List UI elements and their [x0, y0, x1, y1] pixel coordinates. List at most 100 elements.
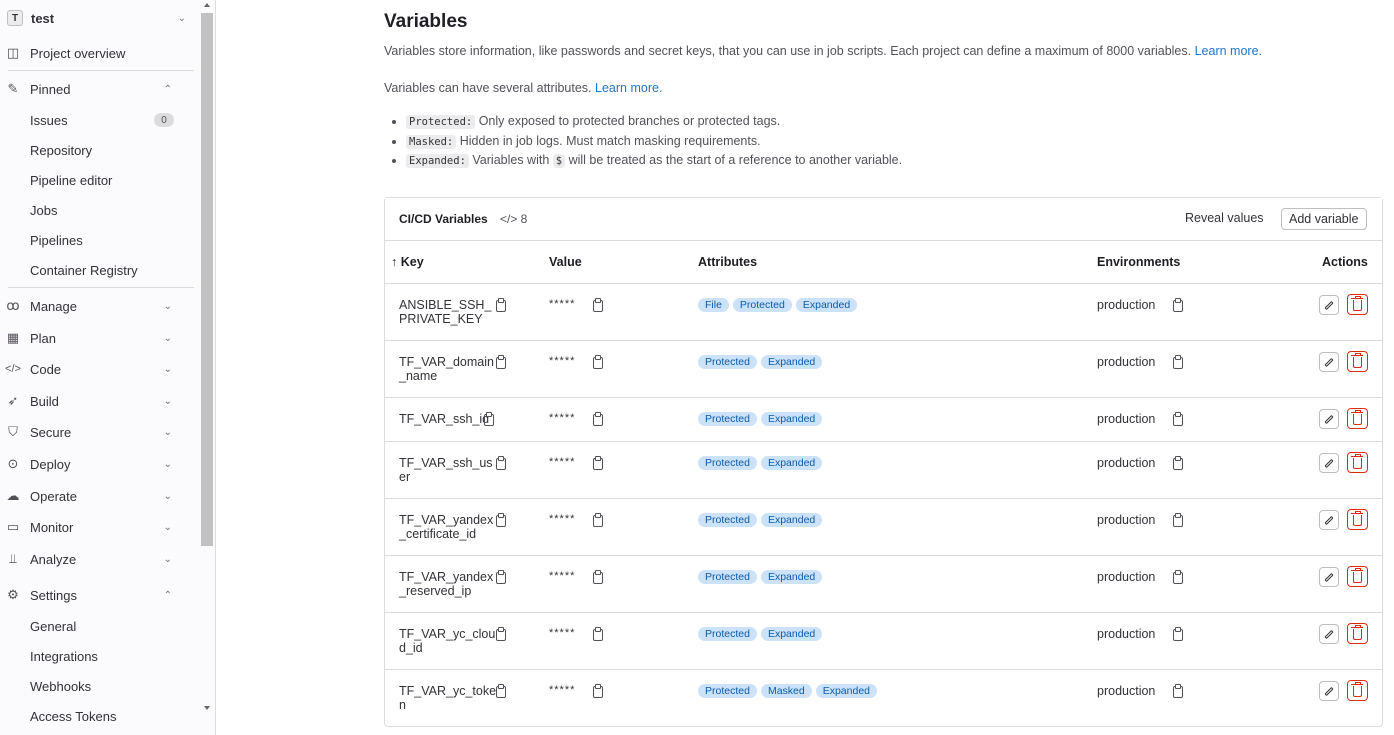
sidebar-item-general[interactable]: General	[0, 612, 200, 640]
copy-icon[interactable]	[1171, 513, 1183, 527]
delete-variable-button[interactable]	[1347, 294, 1368, 315]
delete-variable-button[interactable]	[1347, 408, 1368, 429]
planning-icon: ▦	[6, 330, 20, 345]
code-icon: </>	[5, 363, 21, 375]
copy-icon[interactable]	[1171, 570, 1183, 584]
sidebar-item-webhooks[interactable]: Webhooks	[0, 672, 200, 700]
scroll-up-arrow-icon[interactable]	[204, 3, 210, 7]
edit-variable-button[interactable]	[1319, 409, 1339, 429]
attribute-badge: Protected	[698, 355, 757, 369]
copy-icon[interactable]	[1171, 412, 1183, 426]
delete-variable-button[interactable]	[1347, 623, 1368, 644]
copy-icon[interactable]	[1171, 627, 1183, 641]
copy-icon[interactable]	[1171, 298, 1183, 312]
environment-scope: production	[1097, 355, 1156, 369]
sidebar-item-deploy[interactable]: ⊙ Deploy ⌄	[0, 450, 200, 478]
attributes-description: Variables can have several attributes. L…	[384, 81, 663, 95]
sidebar-item-monitor[interactable]: ▭ Monitor ⌄	[0, 513, 200, 541]
delete-variable-button[interactable]	[1347, 351, 1368, 372]
sidebar-item-settings[interactable]: ⚙ Settings ⌃	[0, 581, 200, 609]
chart-icon: ⫫	[9, 551, 17, 566]
copy-icon[interactable]	[494, 355, 506, 369]
sidebar-item-operate[interactable]: ☁ Operate ⌄	[0, 482, 200, 510]
copy-icon[interactable]	[591, 684, 603, 698]
edit-variable-button[interactable]	[1319, 453, 1339, 473]
attribute-badges: Protected Expanded	[698, 513, 823, 527]
edit-variable-button[interactable]	[1319, 352, 1339, 372]
delete-variable-button[interactable]	[1347, 452, 1368, 473]
scrollbar-thumb[interactable]	[201, 13, 213, 546]
copy-icon[interactable]	[1171, 684, 1183, 698]
edit-variable-button[interactable]	[1319, 624, 1339, 644]
sidebar-item-build[interactable]: ➶ Build ⌄	[0, 387, 200, 415]
add-variable-button[interactable]: Add variable	[1281, 208, 1367, 230]
learn-more-link[interactable]: Learn more.	[1195, 44, 1262, 58]
delete-variable-button[interactable]	[1347, 566, 1368, 587]
copy-icon[interactable]	[482, 412, 494, 426]
pencil-icon	[1324, 629, 1334, 639]
chevron-down-icon: ⌄	[163, 332, 172, 344]
copy-icon[interactable]	[591, 456, 603, 470]
sidebar-item-project-overview[interactable]: ◫ Project overview	[0, 39, 200, 67]
sidebar-item-pinned[interactable]: ✎ Pinned ⌃	[0, 75, 200, 103]
sidebar-scrollbar[interactable]	[201, 0, 213, 735]
copy-icon[interactable]	[1171, 355, 1183, 369]
attribute-badge: Masked	[760, 684, 812, 698]
sidebar-item-plan[interactable]: ▦ Plan ⌄	[0, 324, 200, 352]
variable-value: *****	[549, 355, 576, 367]
sidebar-item-manage[interactable]: ꝏ Manage ⌄	[0, 292, 200, 320]
divider	[8, 287, 194, 288]
sidebar-item-integrations[interactable]: Integrations	[0, 642, 200, 670]
edit-variable-button[interactable]	[1319, 681, 1339, 701]
column-header-key[interactable]: ↑ Key	[391, 255, 424, 269]
column-header-value: Value	[549, 255, 582, 269]
sidebar-item-secure[interactable]: ⛉ Secure ⌄	[0, 418, 200, 446]
sidebar-item-repository[interactable]: Repository	[0, 136, 200, 164]
copy-icon[interactable]	[591, 513, 603, 527]
sidebar-item-pipelines[interactable]: Pipelines	[0, 226, 200, 254]
copy-icon[interactable]	[1171, 456, 1183, 470]
sidebar-item-access-tokens[interactable]: Access Tokens	[0, 702, 200, 730]
sidebar-item-jobs[interactable]: Jobs	[0, 196, 200, 224]
copy-icon[interactable]	[591, 298, 603, 312]
edit-variable-button[interactable]	[1319, 295, 1339, 315]
edit-variable-button[interactable]	[1319, 567, 1339, 587]
trash-icon	[1351, 410, 1363, 425]
edit-variable-button[interactable]	[1319, 510, 1339, 530]
scroll-down-arrow-icon[interactable]	[204, 706, 210, 710]
project-switcher[interactable]: T test ⌄	[0, 5, 200, 31]
copy-icon[interactable]	[494, 570, 506, 584]
copy-icon[interactable]	[591, 627, 603, 641]
copy-icon[interactable]	[494, 298, 506, 312]
pin-icon: ✎	[7, 81, 19, 96]
copy-icon[interactable]	[591, 412, 603, 426]
sidebar-item-pipeline-editor[interactable]: Pipeline editor	[0, 166, 200, 194]
project-name: test	[31, 10, 55, 26]
column-header-attributes: Attributes	[698, 255, 758, 269]
reveal-values-button[interactable]: Reveal values	[1185, 211, 1264, 225]
sidebar-item-code[interactable]: </> Code ⌄	[0, 355, 200, 383]
copy-icon[interactable]	[494, 627, 506, 641]
sidebar-item-analyze[interactable]: ⫫ Analyze ⌄	[0, 545, 200, 573]
attribute-badge: Expanded	[760, 570, 823, 584]
variable-value: *****	[549, 627, 576, 639]
list-item: Masked: Hidden in job logs. Must match m…	[406, 132, 902, 152]
copy-icon[interactable]	[591, 570, 603, 584]
sidebar-item-label: Jobs	[30, 202, 58, 218]
sidebar-item-label: Access Tokens	[30, 708, 117, 724]
attribute-badge: Protected	[698, 684, 757, 698]
variable-key: TF_VAR_yc_token	[399, 684, 497, 712]
copy-icon[interactable]	[591, 355, 603, 369]
sidebar-item-issues[interactable]: Issues 0	[0, 106, 200, 134]
issues-count-badge: 0	[154, 113, 174, 127]
copy-icon[interactable]	[494, 513, 506, 527]
table-row: TF_VAR_domain_name ***** Protected Expanded…	[385, 341, 1382, 398]
delete-variable-button[interactable]	[1347, 680, 1368, 701]
sidebar-item-container-registry[interactable]: Container Registry	[0, 256, 200, 284]
copy-icon[interactable]	[494, 456, 506, 470]
copy-icon[interactable]	[494, 684, 506, 698]
attributes-learn-more-link[interactable]: Learn more.	[595, 81, 662, 95]
column-header-actions: Actions	[1322, 255, 1368, 269]
variable-key: TF_VAR_ssh_user	[399, 456, 493, 484]
delete-variable-button[interactable]	[1347, 509, 1368, 530]
